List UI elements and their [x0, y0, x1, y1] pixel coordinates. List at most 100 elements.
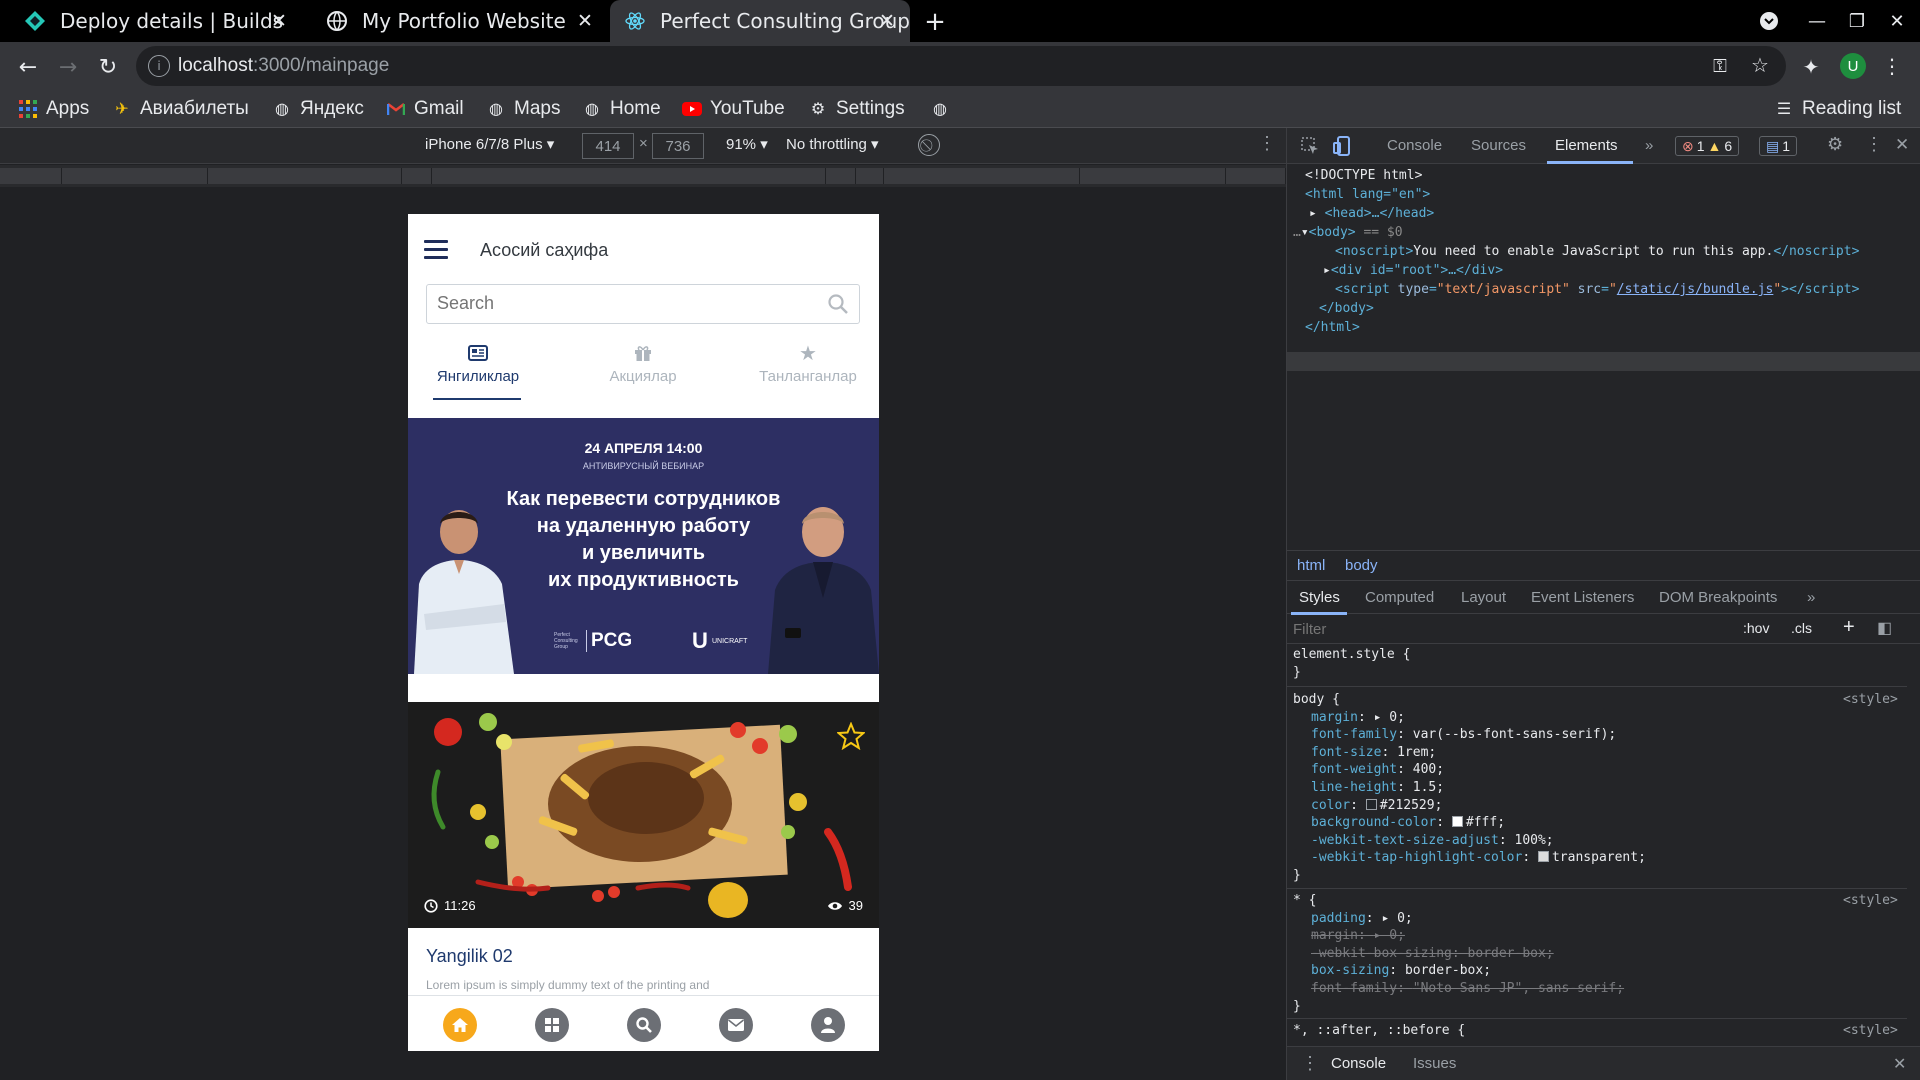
- dom-script-node[interactable]: <script type="text/javascript" src="/sta…: [1335, 280, 1859, 299]
- hov-toggle[interactable]: :hov: [1743, 620, 1769, 636]
- css-prop-row[interactable]: font-family: var(--bs-font-sans-serif);: [1311, 726, 1616, 744]
- subtab-computed[interactable]: Computed: [1365, 589, 1434, 606]
- dom-head-node[interactable]: ▸ <head>…</head>: [1309, 204, 1434, 223]
- tab-favorites[interactable]: ★ Танланганлар: [744, 342, 872, 386]
- hamburger-menu-icon[interactable]: [424, 240, 448, 259]
- rule-after-before-selector[interactable]: *, ::after, ::before {: [1293, 1022, 1465, 1040]
- devtools-settings-icon[interactable]: ⚙: [1827, 134, 1843, 155]
- rule-body-selector[interactable]: body {: [1293, 691, 1340, 709]
- nav-home-button[interactable]: [443, 1008, 477, 1042]
- back-arrow-icon[interactable]: ←: [10, 49, 46, 85]
- cls-toggle[interactable]: .cls: [1791, 620, 1812, 636]
- rule-star-source[interactable]: <style>: [1843, 892, 1898, 910]
- breadcrumb-html[interactable]: html: [1297, 557, 1325, 574]
- more-subtabs-icon[interactable]: »: [1807, 589, 1815, 606]
- css-prop-row[interactable]: margin: ▸ 0;: [1311, 709, 1405, 727]
- devtools-tab-console[interactable]: Console: [1387, 137, 1442, 154]
- ruler-segment[interactable]: [402, 168, 432, 184]
- messages-counter[interactable]: ▤ 1: [1759, 136, 1798, 156]
- device-select[interactable]: iPhone 6/7/8 Plus ▾: [425, 135, 554, 153]
- dom-doctype[interactable]: <!DOCTYPE html>: [1305, 166, 1422, 185]
- device-toggle-icon[interactable]: [1331, 135, 1353, 157]
- bookmark-star-icon[interactable]: ☆: [1748, 53, 1772, 77]
- browser-tab-deploy[interactable]: Deploy details | Builds ✕: [0, 0, 302, 42]
- ruler-segment[interactable]: [826, 168, 856, 184]
- css-prop-row[interactable]: -webkit-tap-highlight-color: transparent…: [1311, 849, 1646, 867]
- devtools-menu-icon[interactable]: ⋮: [1865, 134, 1883, 155]
- profile-avatar[interactable]: U: [1840, 53, 1866, 79]
- new-rule-icon[interactable]: +: [1843, 616, 1855, 639]
- minimize-icon[interactable]: —: [1800, 6, 1834, 36]
- close-tab-icon[interactable]: ✕: [268, 10, 290, 32]
- color-swatch[interactable]: [1365, 798, 1377, 810]
- ruler-segment[interactable]: [208, 168, 402, 184]
- nav-profile-button[interactable]: [811, 1008, 845, 1042]
- css-prop-row[interactable]: -webkit-text-size-adjust: 100%;: [1311, 832, 1554, 850]
- bookmark-aviabilety[interactable]: ✈ Авиабилеты: [112, 96, 249, 122]
- subtab-layout[interactable]: Layout: [1461, 589, 1506, 606]
- reading-list-button[interactable]: ☰ Reading list: [1774, 96, 1901, 122]
- nav-catalog-button[interactable]: [535, 1008, 569, 1042]
- search-icon[interactable]: [827, 293, 849, 315]
- search-field[interactable]: [426, 284, 860, 324]
- css-prop-row[interactable]: background-color: #fff;: [1311, 814, 1505, 832]
- reload-icon[interactable]: ↻: [90, 49, 126, 85]
- dom-script-src[interactable]: /static/js/bundle.js: [1617, 282, 1774, 297]
- css-prop-row[interactable]: color: #212529;: [1311, 797, 1442, 815]
- browser-tab-pcg[interactable]: Perfect Consulting Group ✕: [610, 0, 910, 42]
- expand-triangle-icon[interactable]: ▸: [1323, 263, 1331, 278]
- drawer-tab-issues[interactable]: Issues: [1413, 1055, 1456, 1072]
- ruler-segment[interactable]: [1080, 168, 1226, 184]
- dom-noscript-node[interactable]: <noscript>You need to enable JavaScript …: [1335, 242, 1859, 261]
- forward-arrow-icon[interactable]: →: [50, 49, 86, 85]
- subtab-styles[interactable]: Styles: [1299, 589, 1340, 606]
- expand-triangle-icon[interactable]: ▸: [1309, 206, 1317, 221]
- dom-body-close[interactable]: </body>: [1319, 299, 1374, 318]
- bookmark-apps[interactable]: Apps: [18, 96, 89, 122]
- webinar-banner[interactable]: 24 АПРЕЛЯ 14:00 АНТИВИРУСНЫЙ ВЕБИНАР Как…: [408, 418, 879, 674]
- color-swatch[interactable]: [1537, 851, 1549, 863]
- toggle-sidebar-icon[interactable]: ◧: [1877, 618, 1892, 638]
- ruler-segment[interactable]: [0, 168, 62, 184]
- browser-tab-portfolio[interactable]: My Portfolio Website ✕: [312, 0, 608, 42]
- restore-icon[interactable]: ❐: [1840, 6, 1874, 36]
- rule-element-style[interactable]: element.style {: [1293, 646, 1410, 664]
- rule-after-source[interactable]: <style>: [1843, 1022, 1898, 1040]
- favorite-star-icon[interactable]: [837, 722, 865, 750]
- breadcrumb-body[interactable]: body: [1345, 557, 1378, 574]
- site-info-icon[interactable]: i: [148, 55, 170, 77]
- ruler-segment[interactable]: [432, 168, 826, 184]
- ruler-segment[interactable]: [856, 168, 884, 184]
- css-prop-row[interactable]: line-height: 1.5;: [1311, 779, 1444, 797]
- devtools-tab-sources[interactable]: Sources: [1471, 137, 1526, 154]
- inspect-element-icon[interactable]: [1299, 135, 1321, 157]
- tab-search-icon[interactable]: [1752, 6, 1786, 36]
- color-swatch[interactable]: [1451, 816, 1463, 828]
- more-tabs-icon[interactable]: »: [1645, 137, 1653, 154]
- viewport-height-input[interactable]: 736: [652, 133, 704, 159]
- bookmark-maps[interactable]: ◍ Maps: [486, 96, 560, 122]
- bookmark-home[interactable]: ◍ Home: [582, 96, 661, 122]
- bookmark-youtube[interactable]: YouTube: [682, 96, 785, 122]
- css-prop-row[interactable]: font-size: 1rem;: [1311, 744, 1436, 762]
- rule-star-selector[interactable]: * {: [1293, 892, 1316, 910]
- bookmark-yandex[interactable]: ◍ Яндекс: [272, 96, 364, 122]
- dom-body-node[interactable]: …▾<body> == $0: [1293, 223, 1403, 242]
- window-close-icon[interactable]: ✕: [1880, 6, 1914, 36]
- collapse-triangle-icon[interactable]: ▾: [1301, 225, 1309, 240]
- styles-filter-input[interactable]: [1293, 618, 1633, 640]
- tab-promotions[interactable]: Акциялар: [588, 342, 698, 385]
- rule-body-source[interactable]: <style>: [1843, 691, 1898, 709]
- bookmark-globe[interactable]: ◍: [930, 96, 958, 122]
- css-prop-row[interactable]: padding: ▸ 0;: [1311, 910, 1413, 928]
- viewport-width-input[interactable]: 414: [582, 133, 634, 159]
- rotate-icon[interactable]: ⃠: [918, 134, 940, 156]
- device-toolbar-menu-icon[interactable]: ⋮: [1258, 133, 1276, 154]
- news-card-image[interactable]: 11:26 39: [408, 702, 879, 928]
- css-prop-row-overridden[interactable]: -webkit-box-sizing: border-box;: [1311, 945, 1554, 963]
- devtools-tab-elements[interactable]: Elements: [1555, 137, 1618, 154]
- close-tab-icon[interactable]: ✕: [876, 10, 898, 32]
- new-tab-button[interactable]: +: [918, 5, 952, 39]
- url-text[interactable]: localhost:3000/mainpage: [178, 55, 389, 77]
- bookmark-settings[interactable]: ⚙ Settings: [808, 96, 905, 122]
